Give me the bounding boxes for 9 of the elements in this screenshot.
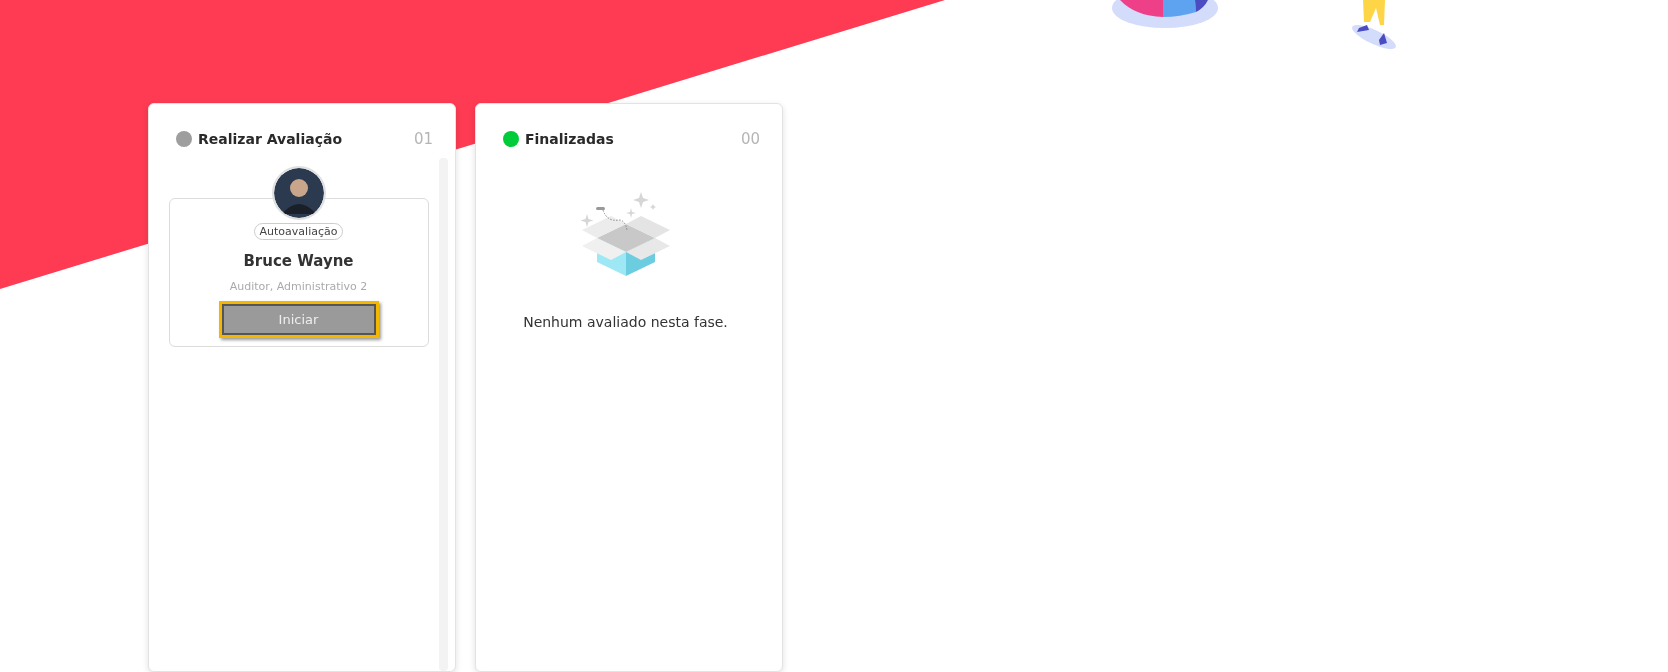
person-role: Auditor, Administrativo 2 — [229, 280, 368, 293]
column-title: Finalizadas — [525, 131, 615, 147]
person-illustration-drawing — [1352, 0, 1396, 49]
start-button[interactable]: Iniciar — [218, 301, 379, 338]
column-count: 01 — [413, 130, 433, 148]
empty-message: Nenhum avaliado nesta fase. — [523, 314, 728, 330]
person-name: Bruce Wayne — [243, 252, 354, 270]
column-title: Realizar Avaliação — [198, 131, 343, 147]
column-count: 00 — [740, 130, 760, 148]
